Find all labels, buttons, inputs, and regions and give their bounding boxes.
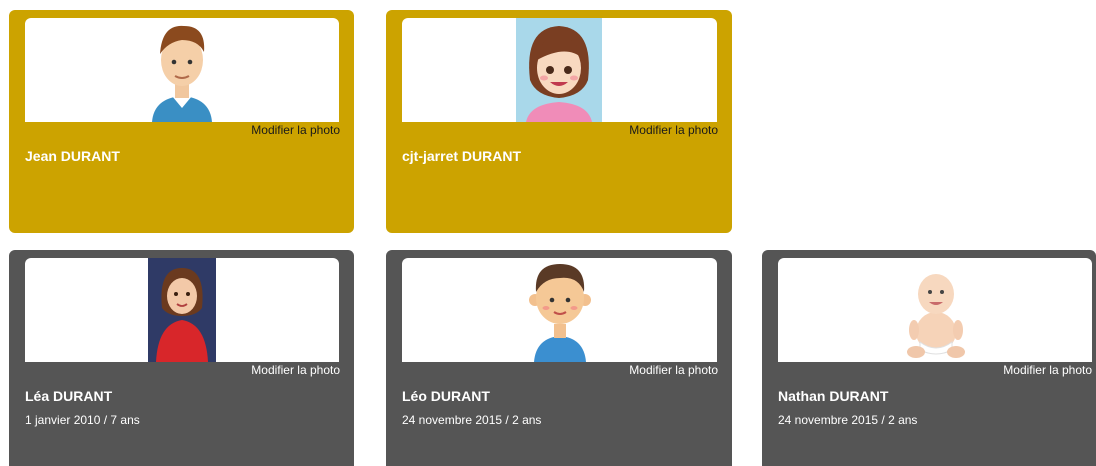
profile-photo-frame [778, 258, 1092, 362]
profile-photo-frame [25, 258, 339, 362]
man-avatar-icon [152, 25, 212, 122]
boy-avatar-icon [529, 264, 591, 362]
person-name: Léa DURANT [25, 388, 113, 404]
profile-photo-frame [402, 258, 717, 362]
modify-photo-link[interactable]: Modifier la photo [251, 363, 340, 377]
birth-date-age: 24 novembre 2015 / 2 ans [778, 413, 918, 427]
baby-photo-icon [907, 274, 965, 358]
child-card: Modifier la photo Nathan DURANT 24 novem… [762, 250, 1096, 466]
birth-date-age: 24 novembre 2015 / 2 ans [402, 413, 542, 427]
modify-photo-link[interactable]: Modifier la photo [629, 363, 718, 377]
person-name: Jean DURANT [25, 148, 120, 164]
woman-avatar-icon [516, 18, 602, 122]
girl-photo-icon [148, 258, 216, 362]
child-card: Modifier la photo Léa DURANT 1 janvier 2… [9, 250, 354, 466]
birth-date-age: 1 janvier 2010 / 7 ans [25, 413, 140, 427]
profile-photo-frame [25, 18, 339, 122]
parent-card: Modifier la photo Jean DURANT [9, 10, 354, 233]
person-name: Léo DURANT [402, 388, 490, 404]
modify-photo-link[interactable]: Modifier la photo [629, 123, 718, 137]
modify-photo-link[interactable]: Modifier la photo [251, 123, 340, 137]
profile-photo-frame [402, 18, 717, 122]
child-card: Modifier la photo Léo DURANT 24 novembre… [386, 250, 732, 466]
parent-card: Modifier la photo cjt-jarret DURANT [386, 10, 732, 233]
modify-photo-link[interactable]: Modifier la photo [1003, 363, 1092, 377]
person-name: Nathan DURANT [778, 388, 889, 404]
person-name: cjt-jarret DURANT [402, 148, 522, 164]
